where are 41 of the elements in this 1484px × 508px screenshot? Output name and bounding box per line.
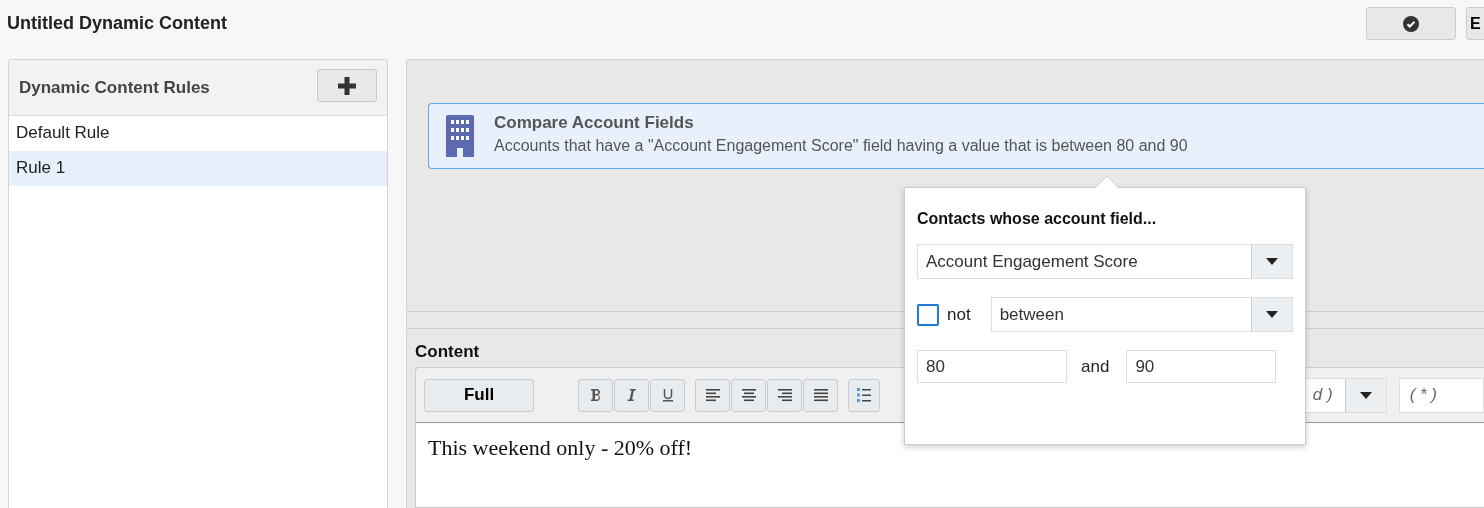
format-field[interactable]: ( * ) [1398, 377, 1484, 413]
condition-card[interactable]: Compare Account Fields Accounts that have a "Account Engagement Score" field having a value that is between 80 and 90 [428, 103, 1484, 169]
align-center-button[interactable] [731, 378, 767, 412]
editor-text: This weekend only - 20% off! [416, 423, 1484, 507]
add-button[interactable] [317, 69, 377, 102]
header-button[interactable]: E [1466, 7, 1484, 40]
align-left-button[interactable] [695, 378, 731, 412]
caret-icon [1266, 311, 1278, 318]
popover-title: Contacts whose account field... [917, 210, 1158, 228]
align-right-button[interactable] [767, 378, 803, 412]
content-label: Content [415, 342, 481, 362]
operator-dropdown[interactable]: between [990, 297, 1293, 332]
full-mode-button[interactable]: Full [424, 378, 535, 412]
field-dropdown[interactable]: Account Engagement Score [917, 244, 1293, 279]
align-right-icon [776, 387, 793, 403]
bold-button[interactable] [578, 378, 614, 412]
align-center-icon [740, 387, 757, 403]
confirm-button[interactable] [1366, 7, 1456, 40]
rule-item[interactable]: Rule 1 [9, 151, 387, 186]
not-label: not [947, 304, 971, 325]
from-value-field[interactable]: 80 [917, 350, 1067, 383]
condition-title: Compare Account Fields [494, 113, 695, 133]
align-justify-button[interactable] [803, 378, 839, 412]
caret-icon [1359, 391, 1372, 399]
page-title: Untitled Dynamic Content [7, 12, 227, 34]
underline-button[interactable] [650, 378, 686, 412]
caret-icon [1266, 258, 1278, 265]
numbered-list-icon [856, 387, 873, 403]
checkmark-icon [1403, 15, 1419, 32]
not-checkbox[interactable] [917, 303, 939, 326]
italic-button[interactable] [614, 378, 650, 412]
to-value-field[interactable]: 90 [1126, 350, 1277, 383]
align-justify-icon [812, 387, 829, 403]
building-icon [446, 115, 474, 157]
align-left-icon [704, 387, 721, 403]
plus-icon [337, 75, 357, 96]
rule-item[interactable]: Default Rule [9, 116, 387, 151]
panel-title: Dynamic Content Rules [19, 77, 210, 98]
numbered-list-button[interactable] [848, 378, 881, 412]
and-label: and [1081, 356, 1110, 377]
condition-description: Accounts that have a "Account Engagement Score" field having a value that is between 80 and 90 [494, 137, 1188, 155]
